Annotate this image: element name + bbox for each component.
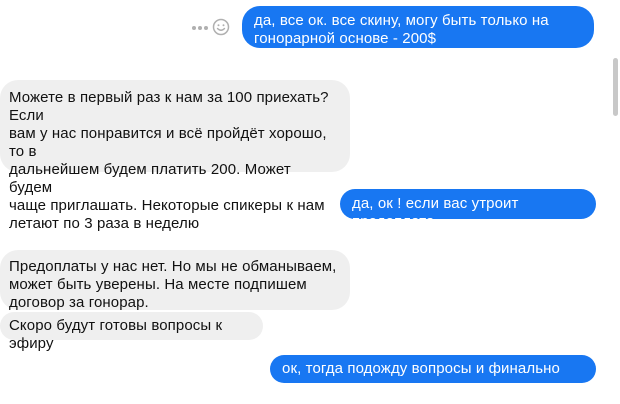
scrollbar[interactable] <box>613 58 618 116</box>
emoji-smile-icon[interactable] <box>212 18 230 36</box>
outgoing-message[interactable]: да, ок ! если вас утроит предоплата <box>340 189 596 230</box>
incoming-message[interactable]: Можете в первый раз к нам за 100 приехат… <box>0 80 350 232</box>
more-dots-icon[interactable] <box>190 21 210 35</box>
incoming-message[interactable]: Скоро будут готовы вопросы к эфиру <box>0 312 263 352</box>
outgoing-message[interactable]: да, все ок. все скину, могу быть только … <box>242 6 594 48</box>
outgoing-message[interactable]: ок, тогда подожду вопросы и финально отв… <box>270 355 596 395</box>
message-actions[interactable] <box>186 18 234 38</box>
incoming-message[interactable]: Предоплаты у нас нет. Но мы не обманывае… <box>0 250 350 311</box>
chat-thread: да, все ок. все скину, могу быть только … <box>0 0 620 404</box>
